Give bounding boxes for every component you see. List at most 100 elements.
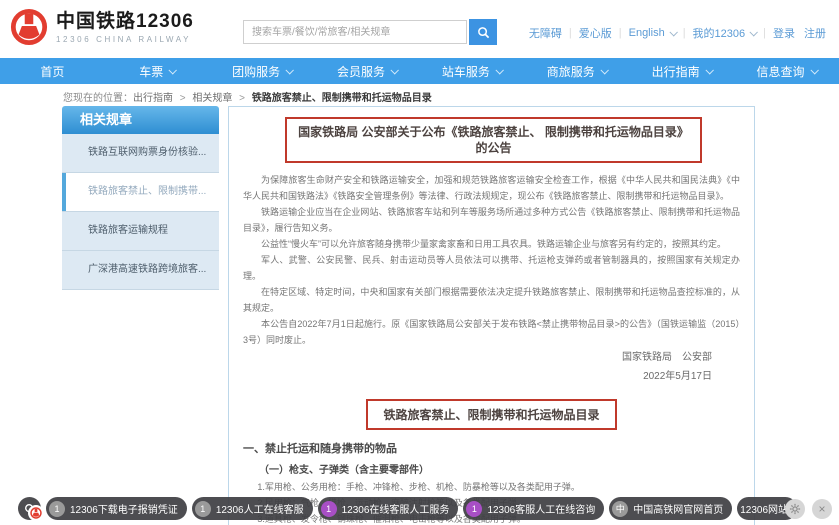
header-link[interactable]: 注册	[804, 25, 826, 41]
nav-item-label: 信息查询	[757, 63, 805, 80]
railway-logo-icon	[30, 507, 42, 519]
list-item: 1.军用枪、公务用枪：手枪、冲锋枪、步枪、机枪、防暴枪等以及各类配用子弹。	[243, 479, 740, 495]
pill-label: 12306人工在线客服	[216, 501, 304, 516]
header-link[interactable]: 登录	[773, 25, 795, 41]
breadcrumb-prefix: 您现在的位置：	[63, 93, 133, 104]
nav-item-label: 站车服务	[442, 63, 490, 80]
nav-item[interactable]: 车票	[105, 58, 210, 84]
pill-label: 12306在线客服人工服务	[342, 501, 450, 516]
sidebar: 相关规章 铁路互联网购票身份核验...铁路旅客禁止、限制携带...铁路旅客运输规…	[62, 106, 219, 290]
breadcrumb: 您现在的位置：出行指南 > 相关规章 > 铁路旅客禁止、限制携带和托运物品目录	[63, 89, 432, 104]
quickbar: 1 12306下载电子报销凭证 1 12306人工在线客服 1 12306在线客服人工服务…	[18, 497, 797, 520]
pill-badge: 1	[195, 501, 211, 517]
search-icon	[477, 26, 490, 39]
article-signature: 国家铁路局 公安部	[243, 348, 740, 367]
quickbar-pill[interactable]: 中中国高铁网官网首页	[609, 497, 732, 520]
pill-badge: 中	[612, 501, 628, 517]
article-paragraph: 在特定区域、特定时间，中央和国家有关部门根据需要依法决定提升铁路旅客禁止、限制携…	[243, 284, 740, 316]
nav-item[interactable]: 信息查询	[734, 58, 839, 84]
breadcrumb-current: 铁路旅客禁止、限制携带和托运物品目录	[252, 93, 432, 104]
nav-item-label: 团购服务	[232, 63, 280, 80]
pill-label: 中国高铁网官网首页	[633, 501, 723, 516]
header-link[interactable]: 无障碍	[529, 25, 562, 41]
nav-item-label: 首页	[40, 63, 64, 80]
article-paragraph: 公益性“慢火车”可以允许旅客随身携带少量家禽家畜和日用工具农具。铁路运输企业与旅…	[243, 236, 740, 252]
chevron-down-icon	[750, 28, 758, 36]
settings-button[interactable]	[785, 499, 805, 519]
header: 中国铁路12306 12306 CHINA RAILWAY 无障碍 | 爱心版 | En…	[0, 0, 839, 58]
chevron-down-icon	[600, 66, 608, 74]
main-content: 国家铁路局 公安部关于公布《铁路旅客禁止、 限制携带和托运物品目录》的公告 为保…	[228, 106, 755, 525]
header-link-separator: |	[763, 27, 766, 39]
catalog-title-box: 铁路旅客禁止、限制携带和托运物品目录	[366, 399, 616, 430]
nav-item-label: 出行指南	[652, 63, 700, 80]
pill-label: 12306客服人工在线咨询	[487, 501, 595, 516]
breadcrumb-link[interactable]: 出行指南	[133, 93, 173, 104]
main-nav: 首页 车票 团购服务 会员服务 站车服务 商旅服务 出行指南 信息查询	[0, 58, 839, 84]
sidebar-item[interactable]: 广深港高速铁路跨境旅客...	[62, 251, 219, 290]
chevron-down-icon	[391, 66, 399, 74]
quickbar-pill[interactable]: 1 12306在线客服人工服务	[318, 497, 459, 520]
pill-badge: 1	[466, 501, 482, 517]
header-link[interactable]: 爱心版	[579, 25, 612, 41]
breadcrumb-link[interactable]: 相关规章	[192, 93, 232, 104]
article-title-box: 国家铁路局 公安部关于公布《铁路旅客禁止、 限制携带和托运物品目录》的公告	[285, 117, 702, 163]
chevron-down-icon	[705, 66, 713, 74]
breadcrumb-separator: >	[177, 93, 188, 104]
sidebar-item[interactable]: 铁路旅客运输规程	[62, 212, 219, 251]
sidebar-title: 相关规章	[62, 106, 219, 134]
section-heading: 一、禁止托运和随身携带的物品	[243, 440, 740, 456]
article-date: 2022年5月17日	[243, 367, 740, 386]
header-link-separator: |	[619, 27, 622, 39]
header-search	[243, 19, 497, 45]
subsection-heading: （一）枪支、子弹类（含主要零部件）	[243, 461, 740, 476]
pill-label: 12306网站	[740, 501, 788, 516]
header-link[interactable]: English	[629, 27, 676, 39]
logo-title: 中国铁路12306	[56, 11, 194, 33]
article-paragraph: 军人、武警、公安民警、民兵、射击运动员等人员依法可以携带、托运枪支弹药或者管制器…	[243, 252, 740, 284]
nav-item-label: 车票	[139, 63, 163, 80]
nav-item[interactable]: 会员服务	[315, 58, 420, 84]
logo-subtitle: 12306 CHINA RAILWAY	[56, 35, 194, 44]
breadcrumb-separator: >	[236, 93, 247, 104]
pill-badge: 1	[49, 501, 65, 517]
search-input[interactable]	[243, 20, 467, 44]
quickbar-pill[interactable]: 1 12306人工在线客服	[192, 497, 313, 520]
close-button[interactable]: ×	[812, 499, 832, 519]
sidebar-item[interactable]: 铁路旅客禁止、限制携带...	[62, 173, 219, 212]
quickbar-pill[interactable]: 1 12306客服人工在线咨询	[463, 497, 604, 520]
chevron-down-icon	[495, 66, 503, 74]
header-link-separator: |	[569, 27, 572, 39]
pill-badge: 1	[321, 501, 337, 517]
quickbar-pill[interactable]: 1 12306下载电子报销凭证	[46, 497, 187, 520]
logo[interactable]: 中国铁路12306 12306 CHINA RAILWAY	[10, 8, 194, 46]
search-button[interactable]	[469, 19, 497, 45]
gear-icon	[789, 503, 801, 515]
chevron-down-icon	[169, 66, 177, 74]
sidebar-item[interactable]: 铁路互联网购票身份核验...	[62, 134, 219, 173]
close-icon: ×	[818, 502, 825, 516]
railway-logo-icon	[10, 8, 48, 46]
page: 中国铁路12306 12306 CHINA RAILWAY 无障碍 | 爱心版 | En…	[0, 0, 839, 525]
article-paragraphs: 为保障旅客生命财产安全和铁路运输安全，加强和规范铁路旅客运输安全检查工作，根据《…	[243, 172, 740, 348]
float-tools: ×	[785, 499, 832, 519]
article-paragraph: 本公告自2022年7月1日起施行。原《国家铁路局公安部关于发布铁路<禁止携带物品…	[243, 316, 740, 348]
nav-item[interactable]: 团购服务	[210, 58, 315, 84]
sidebar-items: 铁路互联网购票身份核验...铁路旅客禁止、限制携带...铁路旅客运输规程广深港高…	[62, 134, 219, 290]
nav-item[interactable]: 商旅服务	[524, 58, 629, 84]
pill-label: 12306下载电子报销凭证	[70, 501, 178, 516]
nav-item-label: 会员服务	[337, 63, 385, 80]
header-link[interactable]: 我的12306	[693, 25, 757, 41]
chevron-down-icon	[810, 66, 818, 74]
nav-item-label: 商旅服务	[547, 63, 595, 80]
article-paragraph: 为保障旅客生命财产安全和铁路运输安全，加强和规范铁路旅客运输安全检查工作，根据《…	[243, 172, 740, 204]
logo-text: 中国铁路12306 12306 CHINA RAILWAY	[56, 11, 194, 44]
nav-item[interactable]: 首页	[0, 58, 105, 84]
nav-item[interactable]: 出行指南	[629, 58, 734, 84]
article-paragraph: 铁路运输企业应当在企业网站、铁路旅客车站和列车等服务场所通过多种方式公告《铁路旅…	[243, 204, 740, 236]
chevron-down-icon	[669, 28, 677, 36]
chevron-down-icon	[286, 66, 294, 74]
header-links: 无障碍 | 爱心版 | English | 我的12306 | 登录注册	[529, 25, 826, 41]
nav-item[interactable]: 站车服务	[420, 58, 525, 84]
header-link-separator: |	[683, 27, 686, 39]
